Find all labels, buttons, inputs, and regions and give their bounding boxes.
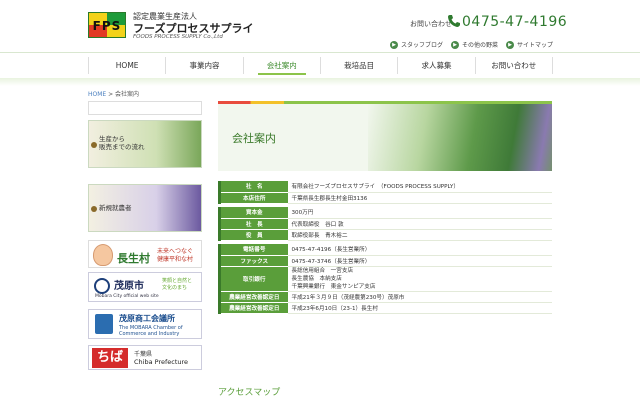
banner-subtitle: Chiba Prefecture: [134, 358, 189, 366]
tagline-line: 未来へつなぐ: [157, 248, 194, 255]
tab-home[interactable]: HOME: [88, 57, 165, 74]
banner-text: 生産から 販売までの流れ: [99, 135, 145, 152]
row-label: ファックス: [218, 255, 288, 267]
fps-logo[interactable]: FPS: [88, 12, 126, 38]
table-row: 本店住所 千葉県長生郡長生村金田3136: [218, 192, 552, 204]
breadcrumb-home[interactable]: HOME: [88, 91, 106, 98]
banner-production-flow[interactable]: 生産から 販売までの流れ: [88, 120, 202, 168]
table-row: 電話番号 0475-47-4196（長生営業所）: [218, 244, 552, 256]
mascot-icon: [93, 244, 113, 266]
sidebar-blank-box: [88, 101, 202, 115]
breadcrumb: HOME > 会社案内: [88, 89, 139, 98]
table-row: ファックス 0475-47-3746（長生営業所）: [218, 255, 552, 267]
tab-recruit[interactable]: 求人募集: [397, 57, 474, 74]
row-value: 代表取締役 谷口 敦: [287, 218, 552, 230]
row-value: 平成21年３月９日（茂経農第230号）茂原市: [287, 291, 552, 303]
tagline-line: 笑顔と自然と: [162, 278, 193, 284]
company-info-table: 社 名有限会社フーズプロセスサプライ （FOODS PROCESS SUPPLY…: [218, 181, 552, 314]
banner-tagline: 未来へつなぐ 健康平和な村: [157, 248, 193, 264]
table-row: 役 員取締役部長 青木裕二: [218, 229, 552, 241]
row-label: 社 名: [218, 181, 288, 193]
subtitle-line: Commerce and Industry: [119, 331, 180, 337]
banner-title: 茂原商工会議所: [119, 314, 175, 323]
table-row: 取引銀行 長総信用組合 一宮支店 長生農協 本納支店 千葉興業銀行 東金サンピア支…: [218, 266, 552, 292]
subnav-label: スタッフブログ: [401, 42, 444, 49]
phone-number[interactable]: 0475-47-4196: [462, 14, 567, 30]
banner-new-farmers[interactable]: 新規就農者: [88, 184, 202, 232]
row-label: 電話番号: [218, 244, 288, 256]
row-label: 役 員: [218, 229, 288, 241]
subnav-staff-blog[interactable]: ▶ スタッフブログ: [390, 40, 443, 49]
city-emblem-icon: [94, 278, 110, 294]
banner-mobara-city[interactable]: 茂原市 Mobara City official web site 笑顔と自然と…: [88, 272, 202, 302]
tagline-line: 文化のまち: [162, 285, 188, 291]
banner-subtitle: The MOBARA Chamber of Commerce and Indus…: [119, 325, 183, 337]
tab-contact[interactable]: お問い合わせ: [474, 57, 553, 74]
row-label: 社 長: [218, 218, 288, 230]
tab-business[interactable]: 事業内容: [165, 57, 242, 74]
banner-subtitle: Mobara City official web site: [95, 294, 159, 299]
banner-title: 茂原市: [114, 281, 144, 292]
subnav-label: サイトマップ: [517, 42, 554, 49]
row-label: 本店住所: [218, 192, 288, 204]
table-row: 農業経営改善認定日 平成21年３月９日（茂経農第230号）茂原市: [218, 291, 552, 303]
tab-crops[interactable]: 栽培品目: [319, 57, 397, 74]
row-value: 平成23年6月10日（23-1）長生村: [287, 302, 552, 314]
phone-icon: [448, 15, 460, 27]
arrow-icon: ▶: [506, 40, 515, 49]
banner-tagline: 笑顔と自然と 文化のまち: [162, 278, 192, 292]
nav-divider: [0, 52, 640, 53]
chamber-logo-icon: [95, 314, 113, 334]
banner-chiba-prefecture[interactable]: ちば 千葉県 Chiba Prefecture: [88, 345, 202, 370]
subnav-sitemap[interactable]: ▶ サイトマップ: [506, 40, 553, 49]
tab-company[interactable]: 会社案内: [242, 57, 320, 75]
table-row: 社 長代表取締役 谷口 敦: [218, 218, 552, 230]
row-value: 千葉県長生郡長生村金田3136: [287, 192, 552, 204]
page: FPS 認定農業生産法人 フーズプロセスサプライ FOODS PROCESS S…: [0, 0, 640, 400]
banner-chosei-village[interactable]: 長生村 未来へつなぐ 健康平和な村: [88, 240, 202, 268]
header-band: [0, 78, 640, 86]
main-navigation: HOME 事業内容 会社案内 栽培品目 求人募集 お問い合わせ: [88, 57, 553, 75]
table-row: 資本金 300万円: [218, 207, 552, 219]
logo-text: FPS: [92, 19, 122, 33]
banner-chamber-of-commerce[interactable]: 茂原商工会議所 The MOBARA Chamber of Commerce a…: [88, 309, 202, 339]
subnav-label: その他の野菜: [462, 42, 499, 49]
row-value: 取締役部長 青木裕二: [287, 229, 552, 241]
banner-title: 千葉県: [134, 351, 153, 358]
breadcrumb-current: 会社案内: [115, 91, 140, 98]
page-title: 会社案内: [232, 132, 276, 145]
breadcrumb-separator: >: [106, 91, 116, 98]
brand-english: FOODS PROCESS SUPPLY Co.,Ltd: [133, 34, 223, 40]
row-label: 資本金: [218, 207, 288, 219]
sub-navigation: ▶ スタッフブログ ▶ その他の野菜 ▶ サイトマップ: [390, 40, 553, 49]
banner-text: 新規就農者: [99, 204, 132, 212]
row-label: 取引銀行: [218, 266, 288, 292]
arrow-icon: ▶: [451, 40, 460, 49]
row-label: 農業経営改善認定日: [218, 302, 288, 314]
row-value: 有限会社フーズプロセスサプライ （FOODS PROCESS SUPPLY）: [287, 181, 552, 193]
table-row: 農業経営改善認定日 平成23年6月10日（23-1）長生村: [218, 302, 552, 314]
banner-title: 長生村: [117, 252, 150, 265]
row-label: 農業経営改善認定日: [218, 291, 288, 303]
access-map-heading: アクセスマップ: [218, 388, 281, 398]
tagline-line: 健康平和な村: [157, 255, 194, 263]
subnav-other-vegetables[interactable]: ▶ その他の野菜: [451, 40, 498, 49]
page-header-image: 会社案内: [218, 101, 552, 171]
contact-label: お問い合わせ: [410, 20, 452, 28]
table-row: 社 名有限会社フーズプロセスサプライ （FOODS PROCESS SUPPLY…: [218, 181, 552, 193]
play-icon: [91, 206, 97, 212]
banner-line: 販売までの流れ: [99, 143, 145, 152]
row-value: 長総信用組合 一宮支店 長生農協 本納支店 千葉興業銀行 東金サンピア支店: [287, 266, 552, 292]
arrow-icon: ▶: [390, 40, 398, 49]
chiba-logo: ちば: [92, 348, 128, 368]
row-value: 0475-47-3746（長生営業所）: [287, 255, 552, 267]
row-value: 300万円: [287, 207, 552, 219]
play-icon: [91, 142, 97, 148]
row-value: 0475-47-4196（長生営業所）: [287, 244, 552, 256]
herbs-photo: [368, 104, 552, 171]
